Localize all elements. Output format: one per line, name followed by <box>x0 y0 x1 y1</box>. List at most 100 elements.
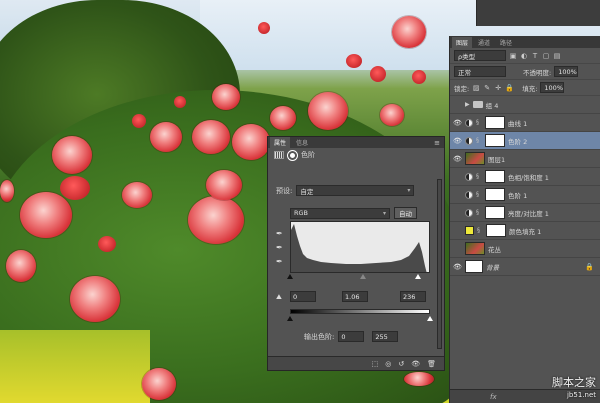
view-previous-icon[interactable]: ◎ <box>385 360 391 368</box>
lock-pixels-icon[interactable]: ✎ <box>483 84 491 92</box>
layer-mask-thumbnail[interactable] <box>485 188 505 201</box>
filter-pixel-icon[interactable]: ▣ <box>509 52 517 60</box>
lock-transparent-icon[interactable]: ▨ <box>472 84 480 92</box>
clip-to-layer-icon[interactable]: ⬚ <box>372 360 379 368</box>
visibility-eye-icon[interactable]: 👁 <box>453 119 462 127</box>
layer-row-hue-saturation[interactable]: 👁 § 色相/饱和度 1 <box>450 168 600 186</box>
expand-arrow-icon[interactable]: ▶ <box>465 101 470 108</box>
visibility-eye-icon[interactable]: 👁 <box>453 263 462 271</box>
layers-panel: 图层 通道 路径 ρ类型 ▣ ◐ T ▢ ▤ 正常 不透明度: 100% 锁定:… <box>449 36 600 403</box>
chevron-down-icon: ▾ <box>407 187 411 194</box>
layer-thumbnail[interactable] <box>465 260 483 273</box>
visibility-eye-icon[interactable]: 👁 <box>453 227 462 235</box>
properties-scrollbar[interactable] <box>437 179 442 349</box>
tab-channels[interactable]: 通道 <box>474 37 494 48</box>
rose <box>0 180 14 202</box>
output-white-slider[interactable] <box>427 316 433 321</box>
grass-area <box>0 330 150 403</box>
layer-name: 色阶 2 <box>508 137 528 146</box>
properties-footer: ⬚ ◎ ↺ 👁 🗑 <box>268 356 444 370</box>
visibility-eye-icon[interactable]: 👁 <box>453 191 462 199</box>
layer-row-color-fill[interactable]: 👁 § 颜色填充 1 <box>450 222 600 240</box>
visibility-eye-icon[interactable]: 👁 <box>453 155 462 163</box>
chevron-down-icon: ▾ <box>382 209 386 217</box>
output-white-field[interactable]: 255 <box>372 331 399 342</box>
output-levels-slider[interactable] <box>287 316 433 322</box>
layer-row-background[interactable]: 👁 背景 🔒 <box>450 258 600 276</box>
visibility-eye-icon[interactable]: 👁 <box>453 245 462 253</box>
layer-row-layer1[interactable]: 👁 图层1 <box>450 150 600 168</box>
mask-icon[interactable] <box>288 150 297 160</box>
input-gamma-slider[interactable] <box>360 274 366 279</box>
layer-row-flowers[interactable]: 👁 花丛 <box>450 240 600 258</box>
lock-all-icon[interactable]: 🔒 <box>505 84 514 92</box>
channel-row: RGB ▾ 自动 <box>290 207 417 219</box>
white-eyedropper-icon[interactable]: ✒ <box>276 257 286 267</box>
visibility-toggle-icon[interactable]: 👁 <box>411 360 420 368</box>
layer-row-levels-1[interactable]: 👁 § 色阶 1 <box>450 186 600 204</box>
visibility-eye-icon[interactable]: 👁 <box>453 101 462 109</box>
lock-position-icon[interactable]: ✛ <box>494 84 502 92</box>
input-black-slider[interactable] <box>287 274 293 279</box>
layer-filter-row: ρ类型 ▣ ◐ T ▢ ▤ <box>450 48 600 64</box>
black-eyedropper-icon[interactable]: ✒ <box>276 229 286 239</box>
link-chain-icon: § <box>476 191 479 198</box>
tab-paths[interactable]: 路径 <box>496 37 516 48</box>
layer-filter-dropdown[interactable]: ρ类型 <box>454 50 506 61</box>
layer-mask-thumbnail[interactable] <box>485 116 505 129</box>
preset-dropdown[interactable]: 自定 ▾ <box>296 185 415 196</box>
opacity-label: 不透明度: <box>523 68 552 77</box>
input-white-field[interactable]: 236 <box>400 291 426 302</box>
output-levels-label: 输出色阶: <box>304 332 335 341</box>
input-black-value: 0 <box>293 292 298 301</box>
rose-bud <box>98 236 116 252</box>
delete-icon[interactable]: 🗑 <box>427 360 436 368</box>
visibility-eye-icon[interactable]: 👁 <box>453 209 462 217</box>
fill-color-swatch[interactable] <box>465 226 474 235</box>
watermark-line1: 脚本之家 <box>552 376 596 389</box>
output-black-slider[interactable] <box>287 316 293 321</box>
layer-row-curves[interactable]: 👁 § 曲线 1 <box>450 114 600 132</box>
auto-button-label: 自动 <box>399 210 412 218</box>
auto-button[interactable]: 自动 <box>394 207 417 219</box>
adjustment-layer-icon <box>465 208 473 217</box>
layer-row-group[interactable]: 👁 ▶ 组 4 <box>450 96 600 114</box>
layer-mask-thumbnail[interactable] <box>485 206 505 219</box>
visibility-eye-icon[interactable]: 👁 <box>453 173 462 181</box>
layer-thumbnail[interactable] <box>465 152 485 165</box>
reset-icon[interactable]: ↺ <box>398 360 404 368</box>
layer-name: 颜色填充 1 <box>509 227 542 236</box>
input-gamma-field[interactable]: 1.06 <box>342 291 368 302</box>
output-black-field[interactable]: 0 <box>338 331 365 342</box>
tab-info[interactable]: 信息 <box>292 137 312 148</box>
layer-mask-thumbnail[interactable] <box>485 134 505 147</box>
blend-mode-value: 正常 <box>458 68 471 77</box>
filter-shape-icon[interactable]: ▢ <box>542 52 550 60</box>
link-chain-icon: § <box>476 209 479 216</box>
channel-dropdown[interactable]: RGB ▾ <box>290 207 390 219</box>
tab-layers[interactable]: 图层 <box>452 36 473 48</box>
input-black-field[interactable]: 0 <box>290 291 316 302</box>
layer-mask-thumbnail[interactable] <box>485 170 505 183</box>
preset-value: 自定 <box>300 187 314 196</box>
blend-mode-dropdown[interactable]: 正常 <box>454 66 506 77</box>
rose <box>380 104 404 126</box>
input-levels-slider[interactable] <box>287 274 430 280</box>
layer-row-levels-2[interactable]: 👁 § 色阶 2 <box>450 132 600 150</box>
filter-type-icon[interactable]: T <box>531 52 539 60</box>
gray-eyedropper-icon[interactable]: ✒ <box>276 243 286 253</box>
filter-smart-icon[interactable]: ▤ <box>553 52 561 60</box>
properties-header: 色阶 <box>268 148 444 162</box>
opacity-field[interactable]: 100% <box>554 66 579 77</box>
tab-properties[interactable]: 属性 <box>270 137 291 148</box>
fx-icon[interactable]: fx <box>490 393 497 401</box>
panel-menu-icon[interactable]: ≡ <box>434 139 440 147</box>
input-white-slider[interactable] <box>415 274 421 279</box>
layer-mask-thumbnail[interactable] <box>486 224 506 237</box>
layer-thumbnail[interactable] <box>465 242 485 255</box>
filter-adjustment-icon[interactable]: ◐ <box>520 52 528 60</box>
fill-field[interactable]: 100% <box>540 82 565 93</box>
visibility-eye-icon[interactable]: 👁 <box>453 137 462 145</box>
clipping-warning-icon[interactable]: ⛰ <box>276 293 282 302</box>
layer-row-brightness-contrast[interactable]: 👁 § 亮度/对比度 1 <box>450 204 600 222</box>
